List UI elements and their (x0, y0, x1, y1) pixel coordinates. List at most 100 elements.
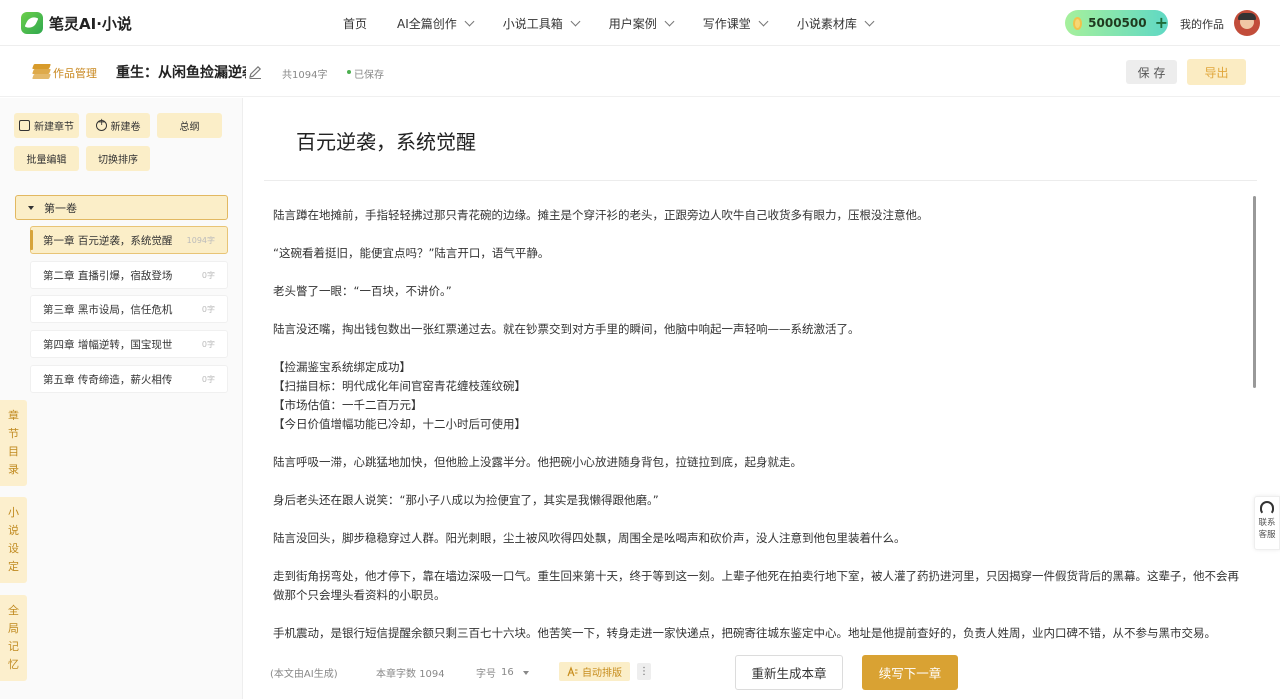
paragraph[interactable]: 老头瞥了一眼：“一百块，不讲价。” (273, 282, 1248, 301)
chapter-content[interactable]: 陆言蹲在地摊前，手指轻轻拂过那只青花碗的边缘。摊主是个穿汗衫的老头，正跟旁边人吹… (273, 206, 1248, 648)
avatar[interactable] (1234, 10, 1260, 36)
my-works-link[interactable]: 我的作品 (1180, 16, 1224, 32)
paragraph[interactable]: 【捡漏鉴宝系统绑定成功】 (273, 358, 1248, 377)
chapter-title: 第一章 百元逆袭，系统觉醒 (43, 234, 173, 247)
vertical-tab-char: 定 (8, 560, 19, 573)
nav-item-toolbox[interactable]: 小说工具箱 (503, 15, 581, 32)
layers-icon (32, 64, 51, 79)
volume-label: 第一卷 (44, 201, 77, 215)
chapter-item[interactable]: 第一章 百元逆袭，系统觉醒 1094字 (30, 226, 228, 254)
chapter-title: 第二章 直播引爆，宿敌登场 (43, 269, 173, 282)
headset-icon (1260, 501, 1274, 515)
new-volume-button[interactable]: 新建卷 (86, 113, 150, 138)
app-logo[interactable]: 笔灵AI·小说 (21, 12, 132, 34)
main-nav: 首页 AI全篇创作 小说工具箱 用户案例 写作课堂 小说素材库 (343, 0, 903, 46)
more-options-button[interactable]: ⋮ (637, 663, 651, 680)
vertical-tab-char: 全 (8, 604, 19, 617)
paragraph[interactable]: 【扫描目标：明代成化年间官窑青花缠枝莲纹碗】 (273, 377, 1248, 396)
regenerate-chapter-button[interactable]: 重新生成本章 (735, 655, 843, 690)
edit-pen-icon[interactable] (247, 64, 263, 80)
font-size-label: 字号 (476, 669, 496, 680)
batch-edit-button[interactable]: 批量编辑 (14, 146, 79, 171)
paragraph[interactable]: 【今日价值增幅功能已冷却，十二小时后可使用】 (273, 415, 1248, 434)
vertical-tab-char: 目 (8, 445, 19, 458)
book-title: 重生：从闲鱼捡漏逆袭 (116, 65, 246, 81)
chapter-item[interactable]: 第二章 直播引爆，宿敌登场 0字 (30, 261, 228, 289)
saved-status: 已保存 (354, 70, 384, 81)
coin-balance: 5000500 (1088, 16, 1147, 30)
chapter-heading[interactable]: 百元逆袭，系统觉醒 (296, 126, 476, 155)
word-count-value: 1094 (419, 669, 445, 680)
nav-item-materials[interactable]: 小说素材库 (796, 15, 875, 32)
vertical-tab-char: 局 (8, 622, 19, 635)
chapter-title: 第四章 增幅逆转，国宝现世 (43, 338, 173, 351)
chapter-item[interactable]: 第五章 传奇缔造，薪火相传 0字 (30, 365, 228, 393)
chapter-title: 第五章 传奇缔造，薪火相传 (43, 373, 173, 386)
customer-service-line2: 客服 (1258, 530, 1276, 540)
leaf-logo-icon (21, 12, 43, 34)
vertical-tab-char: 节 (8, 427, 19, 440)
chapter-editor[interactable]: 百元逆袭，系统觉醒 陆言蹲在地摊前，手指轻轻拂过那只青花碗的边缘。摊主是个穿汗衫… (264, 98, 1259, 648)
nav-item-label: 用户案例 (608, 16, 657, 31)
vertical-tab-char: 录 (8, 463, 19, 476)
nav-item-label: 小说素材库 (796, 16, 857, 31)
font-size-value: 16 (501, 667, 514, 678)
tab-global-memory[interactable]: 全局记忆 (0, 595, 27, 681)
customer-service-line1: 联系 (1258, 518, 1276, 528)
nav-item-label: 首页 (343, 16, 368, 31)
paragraph[interactable]: 身后老头还在跟人说笑：“那小子八成以为捡便宜了，其实是我懒得跟他磨。” (273, 491, 1248, 510)
ai-generated-note: (本文由AI生成) (270, 669, 338, 680)
save-button[interactable]: 保 存 (1126, 60, 1177, 84)
outline-button[interactable]: 总纲 (157, 113, 222, 138)
tab-novel-settings[interactable]: 小说设定 (0, 497, 27, 583)
nav-item-classroom[interactable]: 写作课堂 (702, 15, 769, 32)
vertical-tab-char: 记 (8, 640, 19, 653)
toggle-sort-button[interactable]: 切换排序 (86, 146, 150, 171)
chevron-down-icon (570, 16, 581, 26)
export-button[interactable]: 导出 (1187, 59, 1246, 85)
chevron-down-icon (758, 16, 769, 26)
customer-service-button[interactable]: 联系 客服 (1254, 496, 1280, 550)
editor-scrollbar[interactable] (1253, 196, 1256, 388)
nav-item-label: 写作课堂 (702, 16, 751, 31)
vertical-tab-char: 忆 (8, 658, 19, 671)
new-chapter-button[interactable]: 新建章节 (14, 113, 79, 138)
paragraph[interactable]: 手机震动，是银行短信提醒余额只剩三百七十六块。他苦笑一下，转身走进一家快递点，把… (273, 624, 1248, 643)
paragraph[interactable]: 陆言没回头，脚步稳稳穿过人群。阳光刺眼，尘土被风吹得四处飘，周围全是吆喝声和砍价… (273, 529, 1248, 548)
chapter-title: 第三章 黑市设局，信任危机 (43, 303, 173, 316)
vertical-tab-char: 设 (8, 542, 19, 555)
word-count-label: 本章字数 (376, 669, 416, 680)
paragraph[interactable]: 【市场估值：一千二百万元】 (273, 396, 1248, 415)
paragraph[interactable]: 陆言蹲在地摊前，手指轻轻拂过那只青花碗的边缘。摊主是个穿汗衫的老头，正跟旁边人吹… (273, 206, 1248, 225)
paragraph[interactable]: 陆言没还嘴，掏出钱包数出一张红票递过去。就在钞票交到对方手里的瞬间，他脑中响起一… (273, 320, 1248, 339)
nav-item-cases[interactable]: 用户案例 (608, 15, 675, 32)
paragraph[interactable]: “这碗看着挺旧，能便宜点吗？”陆言开口，语气平静。 (273, 244, 1248, 263)
volume-header[interactable]: 第一卷 (15, 195, 228, 220)
customer-service-label: 联系 客服 (1258, 517, 1275, 541)
paragraph[interactable]: 陆言呼吸一滞，心跳猛地加快，但他脸上没露半分。他把碗小心放进随身背包，拉链拉到底… (273, 453, 1248, 472)
chevron-down-icon (664, 16, 675, 26)
chapter-word-count: 0字 (201, 339, 215, 349)
auto-format-label: 自动排版 (582, 668, 622, 679)
continue-next-chapter-button[interactable]: 续写下一章 (862, 655, 958, 690)
chapter-word-count: 0字 (201, 374, 215, 384)
chapter-item[interactable]: 第四章 增幅逆转，国宝现世 0字 (30, 330, 228, 358)
font-size-select[interactable]: 字号 16 (476, 665, 529, 680)
tab-chapter-directory[interactable]: 章节目录 (0, 400, 27, 486)
divider (264, 180, 1257, 181)
vertical-tab-char: 章 (8, 409, 19, 422)
work-manage-link[interactable]: 作品管理 (53, 65, 97, 81)
caret-down-icon (522, 670, 529, 675)
chapter-word-count-footer: 本章字数 1094 (376, 665, 445, 680)
caret-down-icon (28, 205, 34, 210)
top-nav: 笔灵AI·小说 首页 AI全篇创作 小说工具箱 用户案例 写作课堂 小说素材库 … (0, 0, 1280, 46)
nav-item-home[interactable]: 首页 (343, 15, 367, 32)
chapter-word-count: 0字 (201, 304, 215, 314)
auto-format-button[interactable]: 自动排版 (559, 662, 630, 681)
vertical-tab-char: 小 (8, 506, 19, 519)
chapter-item[interactable]: 第三章 黑市设局，信任危机 0字 (30, 295, 228, 323)
work-header: 作品管理 重生：从闲鱼捡漏逆袭 共1094字 已保存 保 存 导出 (0, 47, 1280, 97)
nav-item-ai-create[interactable]: AI全篇创作 (397, 15, 475, 32)
coin-balance-button[interactable]: 5000500 + (1065, 10, 1168, 36)
paragraph[interactable]: 走到街角拐弯处，他才停下，靠在墙边深吸一口气。重生回来第十天，终于等到这一刻。上… (273, 567, 1248, 605)
